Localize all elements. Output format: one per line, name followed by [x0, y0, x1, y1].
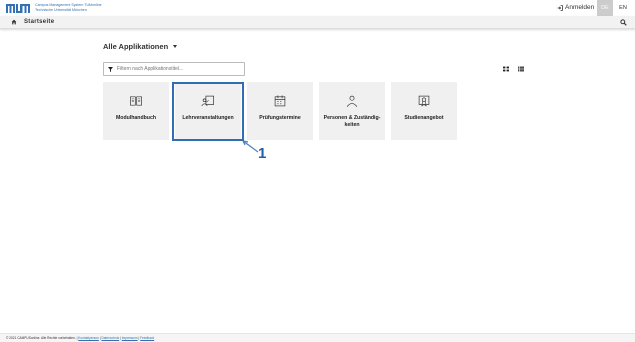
home-icon[interactable] — [11, 19, 17, 25]
certificate-icon — [418, 95, 430, 107]
login-button[interactable]: Anmelden — [557, 4, 594, 11]
sign-in-icon — [557, 4, 563, 11]
tile-label: Personen & Zuständig-keiten — [323, 115, 381, 128]
footer-link-feedback[interactable]: Feedback — [140, 336, 154, 340]
tile-personen[interactable]: Personen & Zuständig-keiten — [319, 82, 385, 140]
brand-line-2: Technische Universität München — [35, 7, 87, 12]
list-view-icon[interactable] — [518, 66, 524, 72]
filter-field[interactable] — [103, 62, 245, 76]
annotation-highlight-box — [172, 82, 244, 141]
language-en-button[interactable]: EN — [615, 0, 631, 16]
chevron-down-icon — [173, 45, 178, 48]
navigation-bar: Startseite — [0, 16, 635, 29]
top-bar: Campus Management System TUMonline Techn… — [0, 0, 635, 16]
grid-view-icon[interactable] — [503, 66, 509, 72]
footer-link-privacy[interactable]: Datenschutz — [101, 336, 119, 340]
filter-icon — [108, 66, 113, 72]
footer: © 2021 CAMPUSonline. Alle Rechte vorbeha… — [0, 333, 635, 342]
nav-startseite-link[interactable]: Startseite — [24, 19, 54, 25]
footer-link-imprint[interactable]: Impressum — [122, 336, 138, 340]
book-icon — [130, 96, 142, 106]
tile-label: Studienangebot — [404, 115, 444, 121]
applications-dropdown[interactable]: Alle Applikationen — [103, 42, 178, 51]
tile-studienangebot[interactable]: Studienangebot — [391, 82, 457, 140]
people-icon — [346, 95, 358, 107]
login-label: Anmelden — [565, 4, 595, 11]
footer-copyright: © 2021 CAMPUSonline. Alle Rechte vorbeha… — [6, 336, 76, 340]
brand-line-1: Campus Management System TUMonline — [35, 3, 102, 7]
tile-label: Prüfungstermine — [259, 115, 301, 121]
calendar-icon — [274, 95, 286, 107]
tile-label: Modulhandbuch — [115, 115, 157, 121]
brand-text: Campus Management System TUMonline Techn… — [35, 3, 102, 12]
annotation-number: 1 — [258, 145, 267, 162]
search-icon[interactable] — [620, 19, 627, 26]
tile-pruefungstermine[interactable]: Prüfungstermine — [247, 82, 313, 140]
filter-input[interactable] — [117, 66, 232, 72]
footer-link-contact[interactable]: Kontaktperson — [78, 336, 99, 340]
tum-logo[interactable] — [5, 3, 31, 14]
language-de-button[interactable]: DE — [597, 0, 613, 16]
tile-modulhandbuch[interactable]: Modulhandbuch — [103, 82, 169, 140]
page-title: Alle Applikationen — [103, 42, 169, 51]
